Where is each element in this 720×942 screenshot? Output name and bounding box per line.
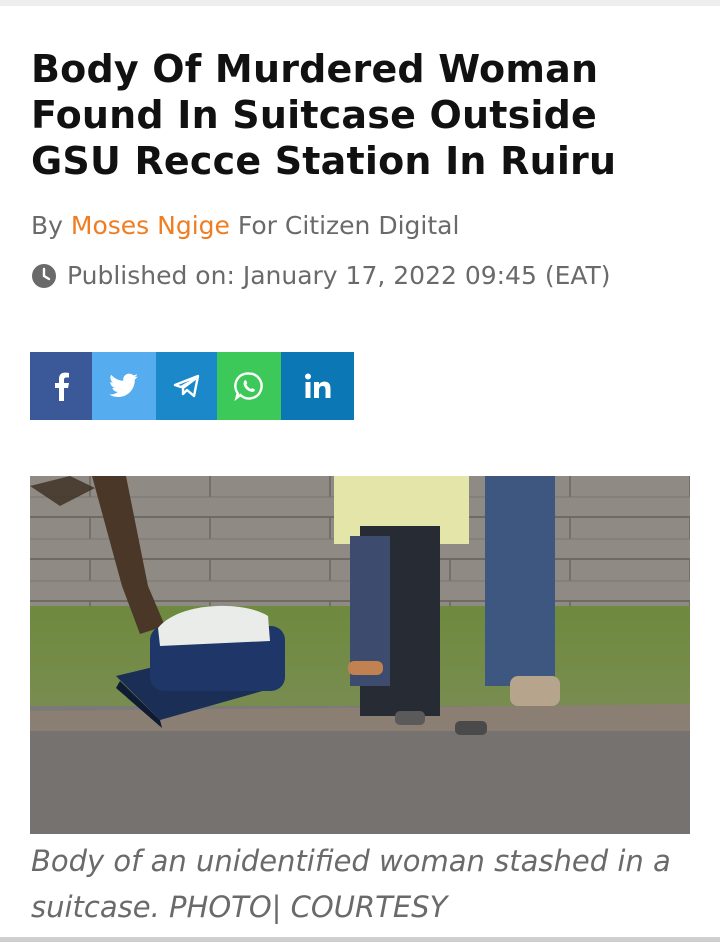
- whatsapp-icon: [234, 371, 264, 401]
- facebook-icon: [51, 371, 71, 401]
- linkedin-icon: [304, 373, 332, 399]
- share-bar: [30, 352, 354, 420]
- share-twitter-button[interactable]: [92, 352, 156, 420]
- telegram-icon: [173, 374, 201, 398]
- published-label: Published on:: [67, 261, 235, 290]
- share-facebook-button[interactable]: [30, 352, 92, 420]
- byline: By Moses Ngige For Citizen Digital: [31, 208, 459, 244]
- twitter-icon: [109, 373, 139, 399]
- byline-suffix: For Citizen Digital: [237, 211, 460, 240]
- top-divider: [0, 0, 720, 6]
- published-date: January 17, 2022 09:45 (EAT): [242, 261, 611, 290]
- photo-caption: Body of an unidentified woman stashed in…: [31, 844, 671, 924]
- bottom-divider: [0, 937, 720, 942]
- article-title: Body Of Murdered Woman Found In Suitcase…: [31, 47, 617, 183]
- article-photo: [30, 476, 690, 834]
- share-linkedin-button[interactable]: [281, 352, 354, 420]
- share-telegram-button[interactable]: [156, 352, 217, 420]
- share-whatsapp-button[interactable]: [217, 352, 281, 420]
- published-info: Published on: January 17, 2022 09:45 (EA…: [31, 258, 611, 294]
- clock-icon: [31, 263, 57, 289]
- byline-prefix: By: [31, 211, 63, 240]
- author-link[interactable]: Moses Ngige: [71, 211, 230, 240]
